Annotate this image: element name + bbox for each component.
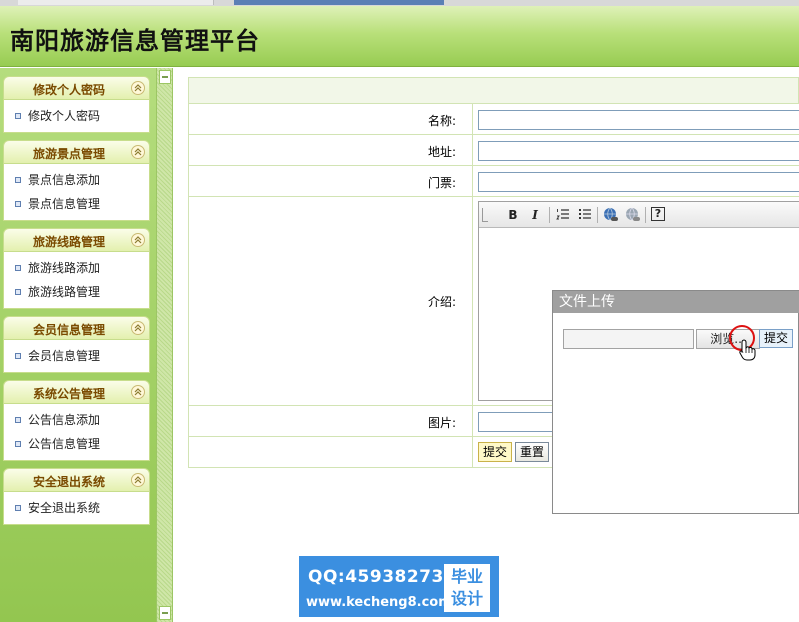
form-row-address: 地址: — [188, 135, 799, 166]
sidebar-group-members: 会员信息管理 会员信息管理 — [3, 316, 150, 373]
sidebar-group-scenic: 旅游景点管理 景点信息添加 景点信息管理 — [3, 140, 150, 221]
sidebar: 修改个人密码 修改个人密码 旅游景点管理 景点信息添加 景点信息管理 旅游线路管… — [0, 68, 156, 622]
browser-tab-active[interactable] — [234, 0, 444, 5]
ordered-list-icon[interactable] — [555, 207, 571, 223]
sidebar-item-label: 旅游线路添加 — [28, 261, 101, 275]
unordered-list-icon[interactable] — [577, 207, 593, 223]
sidebar-item-manage-members[interactable]: 会员信息管理 — [4, 344, 149, 368]
sidebar-group-body: 会员信息管理 — [3, 340, 150, 373]
help-button[interactable]: ? — [651, 207, 665, 221]
app-header: 南阳旅游信息管理平台 — [0, 6, 799, 67]
form-row-name: 名称: — [188, 104, 799, 135]
sidebar-item-label: 修改个人密码 — [28, 109, 101, 123]
sidebar-item-label: 公告信息添加 — [28, 413, 101, 427]
sidebar-group-header[interactable]: 会员信息管理 — [3, 316, 150, 340]
sidebar-splitter[interactable] — [156, 68, 173, 622]
sidebar-item-label: 公告信息管理 — [28, 437, 101, 451]
name-label: 名称: — [427, 114, 456, 128]
bullet-icon — [15, 417, 21, 423]
sidebar-item-manage-route[interactable]: 旅游线路管理 — [4, 280, 149, 304]
bullet-icon — [15, 201, 21, 207]
dialog-title: 文件上传 — [553, 291, 799, 313]
watermark-banner: QQ:459382737 www.kecheng8.com 毕业 设计 — [299, 556, 499, 617]
collapse-sidebar-icon[interactable] — [159, 70, 171, 84]
scroll-down-icon[interactable] — [159, 606, 171, 620]
sidebar-group-title: 修改个人密码 — [32, 83, 105, 97]
sidebar-item-add-scenic[interactable]: 景点信息添加 — [4, 168, 149, 192]
sidebar-group-header[interactable]: 旅游景点管理 — [3, 140, 150, 164]
intro-label: 介绍: — [427, 295, 456, 309]
sidebar-item-manage-notice[interactable]: 公告信息管理 — [4, 432, 149, 456]
sidebar-group-body: 安全退出系统 — [3, 492, 150, 525]
sidebar-group-header[interactable]: 系统公告管理 — [3, 380, 150, 404]
sidebar-group-body: 修改个人密码 — [3, 100, 150, 133]
form-header — [188, 77, 799, 104]
bullet-icon — [15, 177, 21, 183]
italic-button[interactable]: I — [527, 207, 543, 223]
image-label: 图片: — [427, 416, 456, 430]
sidebar-group-body: 旅游线路添加 旅游线路管理 — [3, 252, 150, 309]
sidebar-item-logout[interactable]: 安全退出系统 — [4, 496, 149, 520]
sidebar-group-title: 安全退出系统 — [32, 475, 105, 489]
file-path-input[interactable] — [563, 329, 694, 349]
bullet-icon — [15, 113, 21, 119]
file-upload-dialog: 文件上传 浏览... 提交 — [552, 290, 799, 514]
collapse-icon[interactable] — [131, 385, 145, 399]
sidebar-item-label: 安全退出系统 — [28, 501, 101, 515]
sidebar-item-manage-scenic[interactable]: 景点信息管理 — [4, 192, 149, 216]
watermark-qq: QQ:459382737 — [308, 567, 457, 587]
watermark-url: www.kecheng8.com — [306, 595, 452, 610]
hand-cursor-icon — [739, 339, 757, 364]
ticket-label: 门票: — [427, 176, 456, 190]
collapse-icon[interactable] — [131, 81, 145, 95]
ticket-input[interactable] — [478, 172, 799, 192]
watermark-badge-line2: 设计 — [450, 589, 483, 608]
sidebar-item-label: 景点信息添加 — [28, 173, 101, 187]
watermark-badge-line1: 毕业 — [450, 567, 483, 586]
collapse-icon[interactable] — [131, 145, 145, 159]
collapse-icon[interactable] — [131, 233, 145, 247]
app-title: 南阳旅游信息管理平台 — [10, 26, 260, 55]
sidebar-item-label: 旅游线路管理 — [28, 285, 101, 299]
editor-toolbar: B I ? — [479, 202, 799, 228]
sidebar-group-title: 系统公告管理 — [32, 387, 105, 401]
sidebar-group-notices: 系统公告管理 公告信息添加 公告信息管理 — [3, 380, 150, 461]
bullet-icon — [15, 441, 21, 447]
sidebar-group-title: 会员信息管理 — [32, 323, 105, 337]
toolbar-grip-icon — [482, 208, 488, 222]
sidebar-item-add-notice[interactable]: 公告信息添加 — [4, 408, 149, 432]
sidebar-group-header[interactable]: 安全退出系统 — [3, 468, 150, 492]
browser-tab[interactable] — [18, 0, 214, 5]
reset-button[interactable]: 重置 — [515, 442, 550, 462]
sidebar-item-change-password[interactable]: 修改个人密码 — [4, 104, 149, 128]
watermark-badge: 毕业 设计 — [444, 564, 490, 612]
sidebar-group-header[interactable]: 修改个人密码 — [3, 76, 150, 100]
bullet-icon — [15, 265, 21, 271]
name-input[interactable] — [478, 110, 799, 130]
collapse-icon[interactable] — [131, 321, 145, 335]
upload-submit-button[interactable]: 提交 — [759, 329, 793, 348]
sidebar-group-password: 修改个人密码 修改个人密码 — [3, 76, 150, 133]
bullet-icon — [15, 505, 21, 511]
sidebar-group-title: 旅游景点管理 — [32, 147, 105, 161]
address-input[interactable] — [478, 141, 799, 161]
sidebar-group-logout: 安全退出系统 安全退出系统 — [3, 468, 150, 525]
unlink-globe-icon[interactable] — [625, 207, 641, 223]
sidebar-group-body: 公告信息添加 公告信息管理 — [3, 404, 150, 461]
submit-button[interactable]: 提交 — [478, 442, 513, 462]
sidebar-item-add-route[interactable]: 旅游线路添加 — [4, 256, 149, 280]
address-label: 地址: — [427, 145, 456, 159]
sidebar-item-label: 会员信息管理 — [28, 349, 101, 363]
sidebar-group-title: 旅游线路管理 — [32, 235, 105, 249]
sidebar-item-label: 景点信息管理 — [28, 197, 101, 211]
sidebar-group-header[interactable]: 旅游线路管理 — [3, 228, 150, 252]
sidebar-group-body: 景点信息添加 景点信息管理 — [3, 164, 150, 221]
link-globe-icon[interactable] — [603, 207, 619, 223]
bullet-icon — [15, 353, 21, 359]
bullet-icon — [15, 289, 21, 295]
bold-button[interactable]: B — [505, 207, 521, 223]
collapse-icon[interactable] — [131, 473, 145, 487]
form-row-ticket: 门票: — [188, 166, 799, 197]
sidebar-group-routes: 旅游线路管理 旅游线路添加 旅游线路管理 — [3, 228, 150, 309]
